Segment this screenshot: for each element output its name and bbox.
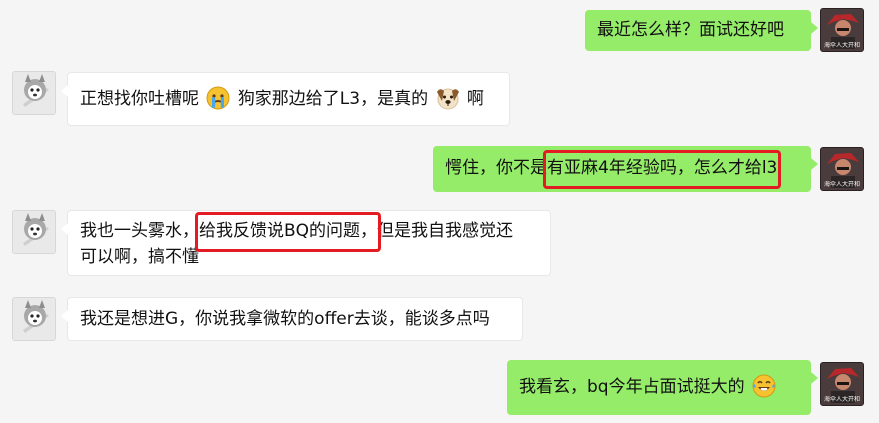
message-bubble-self[interactable]: 我看玄，bq今年占面试挺大的	[507, 360, 818, 415]
dog-face-icon	[436, 88, 459, 110]
message-bubble-contact[interactable]: 正想找你吐槽呢 狗家那边给了L3，是真的 啊	[61, 72, 510, 126]
message-line: 可以啊，搞不懂	[80, 247, 199, 267]
highlighted-text: 给我反馈说BQ的问题，	[199, 221, 378, 241]
avatar-image	[13, 72, 55, 114]
contact-avatar[interactable]	[12, 71, 56, 115]
message-text-part: 我也一头雾水，	[80, 221, 199, 241]
message-bubble-contact[interactable]: 我还是想进G，你说我拿微软的offer去谈，能谈多点吗	[61, 297, 523, 341]
tears-of-joy-icon	[752, 374, 776, 398]
message-text-part: 啊	[466, 89, 484, 109]
message-bubble-self[interactable]: 愕住，你不是有亚麻4年经验吗，怎么才给l3	[433, 146, 818, 192]
chat-window: 海伞人大开和 最近怎么样？面试还好吧 正想找你吐槽呢 狗家那边给了L3，是真的	[0, 0, 879, 423]
message-text: 我还是想进G，你说我拿微软的offer去谈，能谈多点吗	[80, 309, 490, 329]
self-avatar[interactable]: 海伞人大开和	[820, 362, 864, 406]
avatar-caption: 海伞人大开和	[823, 396, 860, 403]
message-bubble-self[interactable]: 最近怎么样？面试还好吧	[585, 10, 818, 51]
contact-avatar[interactable]	[12, 210, 56, 254]
message-text-part: 愕住，你不是	[445, 158, 547, 178]
contact-avatar[interactable]	[12, 297, 56, 341]
message-text: 最近怎么样？面试还好吧	[597, 20, 784, 40]
self-avatar[interactable]: 海伞人大开和	[820, 147, 864, 191]
self-avatar[interactable]: 海伞人大开和	[820, 8, 864, 52]
message-text-part: 正想找你吐槽呢	[80, 89, 199, 109]
message-text-part: 但是我自我感觉还	[377, 221, 514, 241]
avatar-caption: 海伞人大开和	[823, 42, 860, 49]
message-text-part: 狗家那边给了L3，是真的	[237, 89, 429, 109]
highlight-box: 有亚麻4年经验吗，怎么才给l3	[542, 150, 782, 189]
highlighted-text: 有亚麻4年经验吗，怎么才给l3	[547, 158, 778, 178]
avatar-image	[13, 211, 55, 253]
crying-face-icon	[206, 86, 230, 110]
avatar-caption: 海伞人大开和	[823, 181, 860, 188]
message-bubble-contact[interactable]: 我也一头雾水，给我反馈说BQ的问题，但是我自我感觉还 可以啊，搞不懂	[61, 210, 551, 276]
message-text: 我看玄，bq今年占面试挺大的	[519, 377, 745, 397]
message-line: 我也一头雾水，给我反馈说BQ的问题，但是我自我感觉还	[80, 212, 538, 252]
highlight-box: 给我反馈说BQ的问题，	[194, 212, 382, 252]
avatar-image	[13, 298, 55, 340]
